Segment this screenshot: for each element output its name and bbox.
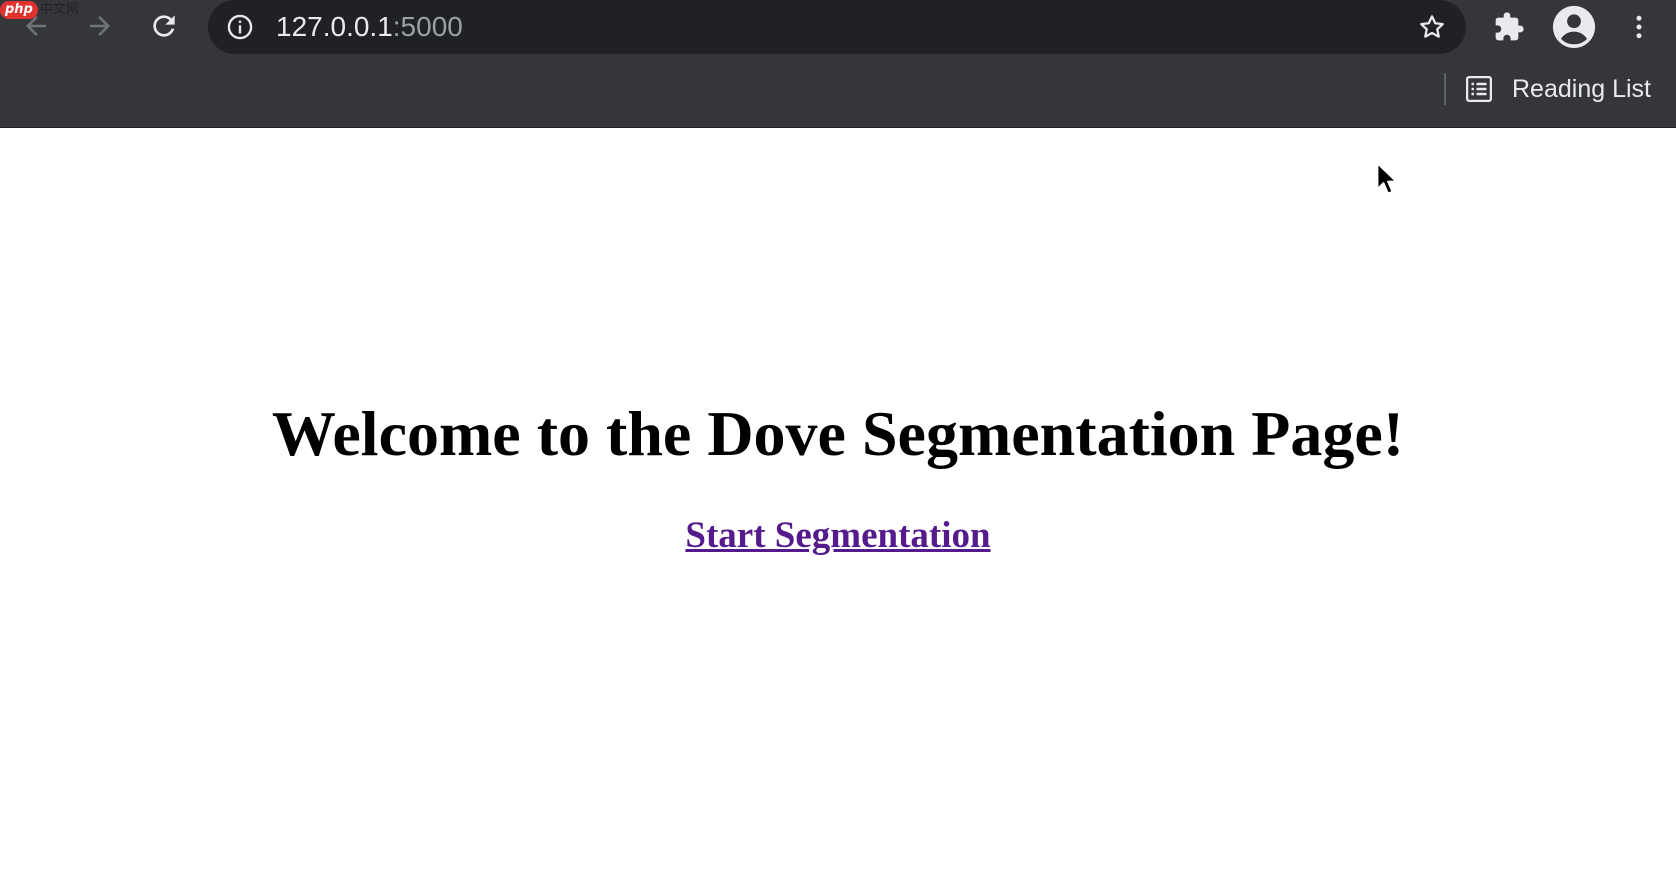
bookmark-star-button[interactable] xyxy=(1416,11,1448,43)
url-host: 127.0.0.1 xyxy=(276,11,393,42)
start-segmentation-link[interactable]: Start Segmentation xyxy=(685,515,990,556)
browser-chrome: 127.0.0.1:5000 Reading List php 中文网 xyxy=(0,0,1676,128)
mouse-cursor-icon xyxy=(1376,162,1398,195)
kebab-menu-icon xyxy=(1636,15,1642,39)
info-icon xyxy=(227,14,253,40)
reading-list-button[interactable]: Reading List xyxy=(1464,68,1651,110)
browser-menu-button[interactable] xyxy=(1620,8,1658,46)
address-bar[interactable]: 127.0.0.1:5000 xyxy=(208,0,1466,54)
watermark-badge: php xyxy=(0,1,38,19)
extensions-button[interactable] xyxy=(1490,8,1528,46)
star-icon xyxy=(1420,15,1444,38)
page-title: Welcome to the Dove Segmentation Page! xyxy=(271,398,1405,469)
account-icon xyxy=(1552,5,1596,49)
bookmarks-bar: Reading List xyxy=(0,54,1676,127)
watermark-text: 中文网 xyxy=(39,2,79,17)
arrow-right-icon xyxy=(90,16,110,36)
url-port: :5000 xyxy=(392,11,463,42)
browser-toolbar: 127.0.0.1:5000 xyxy=(0,0,1676,54)
site-info-button[interactable] xyxy=(226,13,254,41)
watermark-logo: php 中文网 xyxy=(0,0,79,20)
profile-button[interactable] xyxy=(1550,3,1598,51)
reading-list-label: Reading List xyxy=(1512,74,1651,103)
page-content: Welcome to the Dove Segmentation Page! S… xyxy=(0,128,1676,884)
bookmarks-divider xyxy=(1444,73,1446,105)
puzzle-icon xyxy=(1495,12,1524,41)
start-segmentation-wrapper: Start Segmentation xyxy=(0,514,1676,558)
reading-list-icon xyxy=(1466,76,1492,102)
reload-icon xyxy=(153,15,175,37)
url-text[interactable]: 127.0.0.1:5000 xyxy=(276,11,463,43)
forward-button[interactable] xyxy=(80,6,120,46)
reload-button[interactable] xyxy=(144,6,184,46)
